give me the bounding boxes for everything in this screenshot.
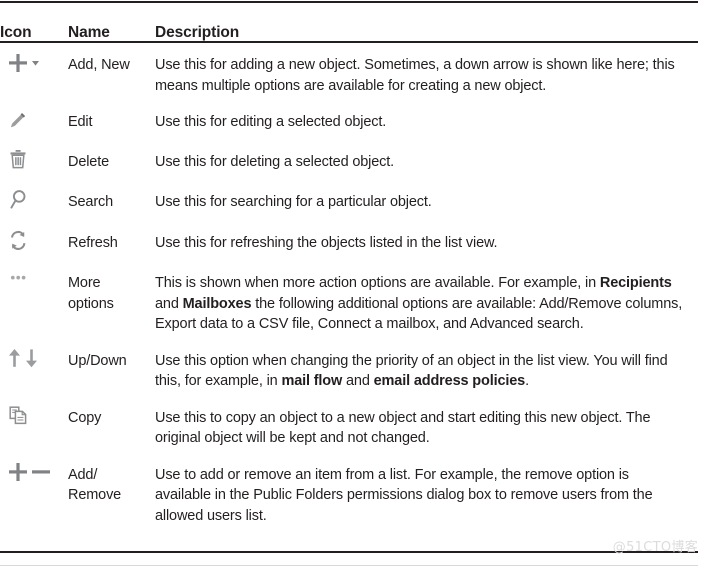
column-header-name: Name bbox=[68, 24, 110, 41]
delete-trash-icon bbox=[8, 149, 42, 170]
row-icon-cell bbox=[0, 185, 68, 226]
table-header-row: Icon Name Description bbox=[0, 2, 698, 42]
row-name-cell: Search bbox=[68, 194, 114, 210]
row-description-cell: Use this for searching for a particular … bbox=[155, 194, 432, 210]
row-name-cell: Delete bbox=[68, 153, 110, 170]
row-description-cell: Use this for editing a selected object. bbox=[155, 114, 387, 130]
table-row: More options This is shown when more act… bbox=[0, 266, 698, 344]
row-description-cell: This is shown when more action options a… bbox=[155, 275, 683, 332]
row-icon-cell bbox=[0, 401, 68, 458]
row-name-cell: Copy bbox=[68, 409, 102, 426]
add-remove-plus-minus-icon bbox=[8, 462, 54, 482]
up-down-arrows-icon bbox=[8, 348, 50, 369]
table-row: Up/Down Use this option when changing th… bbox=[0, 344, 698, 401]
row-name-cell: More options bbox=[68, 275, 114, 312]
column-header-description: Description bbox=[155, 24, 240, 41]
table-bottom-rule bbox=[0, 551, 698, 553]
edit-pencil-icon bbox=[8, 109, 42, 129]
table-row: Delete Use this for deleting a selected … bbox=[0, 145, 698, 186]
row-description-cell: Use this for adding a new object. Someti… bbox=[155, 57, 675, 94]
row-name-cell: Add, New bbox=[68, 57, 130, 73]
table-row: Search Use this for searching for a part… bbox=[0, 185, 698, 226]
table-footer-rule bbox=[0, 565, 698, 566]
table-row: Refresh Use this for refreshing the obje… bbox=[0, 226, 698, 267]
search-magnifier-icon bbox=[8, 189, 42, 210]
add-new-icon bbox=[8, 53, 42, 73]
row-icon-cell bbox=[0, 226, 68, 267]
row-description-cell: Use this for deleting a selected object. bbox=[155, 153, 395, 170]
column-header-icon: Icon bbox=[0, 24, 32, 41]
row-icon-cell bbox=[0, 458, 68, 536]
more-options-ellipsis-icon bbox=[8, 270, 42, 290]
row-description-cell: Use this for refreshing the objects list… bbox=[155, 234, 498, 251]
row-name-cell: Refresh bbox=[68, 234, 118, 251]
row-name-cell: Up/Down bbox=[68, 352, 127, 369]
table-row: Copy Use this to copy an object to a new… bbox=[0, 401, 698, 458]
row-icon-cell bbox=[0, 105, 68, 145]
row-name-cell: Add/ Remove bbox=[68, 466, 122, 504]
site-watermark: @51CTO博客 bbox=[612, 540, 698, 555]
icon-reference-table-container: Icon Name Description Add, New Use this … bbox=[0, 0, 708, 567]
icon-reference-table: Icon Name Description Add, New Use this … bbox=[0, 2, 698, 535]
copy-pages-icon bbox=[8, 405, 42, 426]
row-icon-cell bbox=[0, 266, 68, 344]
table-row: Add, New Use this for adding a new objec… bbox=[0, 42, 698, 105]
table-body: Add, New Use this for adding a new objec… bbox=[0, 42, 698, 535]
refresh-icon bbox=[8, 230, 42, 251]
row-description-cell: Use to add or remove an item from a list… bbox=[155, 466, 653, 524]
row-icon-cell bbox=[0, 145, 68, 186]
table-row: Edit Use this for editing a selected obj… bbox=[0, 105, 698, 145]
row-icon-cell bbox=[0, 344, 68, 401]
row-name-cell: Edit bbox=[68, 114, 93, 130]
row-icon-cell bbox=[0, 42, 68, 105]
table-row: Add/ Remove Use to add or remove an item… bbox=[0, 458, 698, 536]
row-description-cell: Use this option when changing the priori… bbox=[155, 352, 668, 390]
row-description-cell: Use this to copy an object to a new obje… bbox=[155, 409, 651, 447]
table-head: Icon Name Description bbox=[0, 2, 698, 42]
